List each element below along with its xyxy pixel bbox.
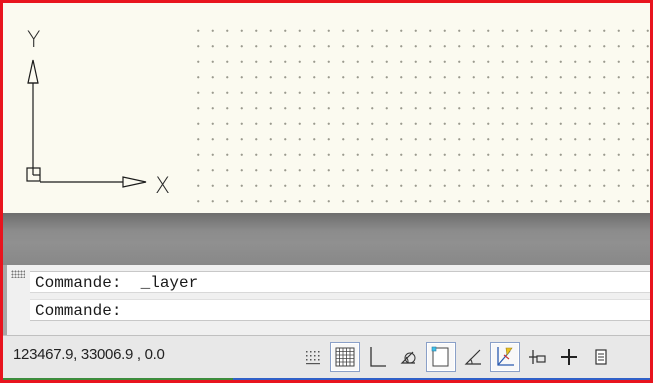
- polar-icon: [400, 351, 416, 364]
- otrack-toggle[interactable]: [458, 342, 488, 372]
- command-prompt: Commande:: [35, 274, 122, 292]
- status-accent-green: [3, 378, 233, 380]
- grid-toggle[interactable]: [330, 342, 360, 372]
- ducs-toggle[interactable]: [490, 342, 520, 372]
- calculator-icon: [595, 349, 607, 365]
- status-accent-blue: [233, 378, 650, 380]
- dyn-toggle[interactable]: [522, 342, 552, 372]
- viewport-divider: [3, 213, 650, 265]
- command-input-line[interactable]: Commande:: [30, 299, 650, 321]
- otrack-icon: [464, 349, 481, 365]
- grid-dots: [191, 23, 650, 203]
- ortho-toggle[interactable]: [362, 342, 392, 372]
- ucs-y-label: Y: [27, 28, 40, 53]
- drawing-canvas[interactable]: Y X: [3, 3, 650, 213]
- coordinate-display[interactable]: 123467.9, 33006.9 , 0.0: [13, 346, 165, 363]
- grid-icon: [335, 347, 355, 367]
- dyn-icon: [529, 350, 546, 364]
- command-entered: _layer: [140, 274, 199, 292]
- command-history-line: Commande: _layer: [30, 271, 650, 293]
- command-window-grip[interactable]: [11, 270, 25, 278]
- status-bar: 123467.9, 33006.9 , 0.0: [3, 335, 650, 380]
- command-window[interactable]: Commande: _layer Commande:: [3, 265, 650, 335]
- properties-toggle[interactable]: [586, 342, 616, 372]
- osnap-icon: [431, 346, 449, 367]
- crosshair-icon: [561, 349, 577, 365]
- snap-toggle[interactable]: [298, 342, 328, 372]
- autocad-window-crop: Y X Commande: _layer Commande: 123467.9,…: [0, 0, 653, 383]
- ortho-icon: [370, 347, 386, 367]
- drafting-toggles: [298, 342, 616, 372]
- ucs-x-label: X: [155, 174, 170, 199]
- osnap-toggle[interactable]: [426, 342, 456, 372]
- ucs-icon: Y X: [26, 28, 170, 199]
- ducs-icon: [497, 347, 514, 366]
- command-window-edge: [3, 265, 7, 335]
- polar-toggle[interactable]: [394, 342, 424, 372]
- snap-icon: [306, 351, 320, 365]
- crosshair-toggle[interactable]: [554, 342, 584, 372]
- command-prompt-active: Commande:: [35, 302, 122, 320]
